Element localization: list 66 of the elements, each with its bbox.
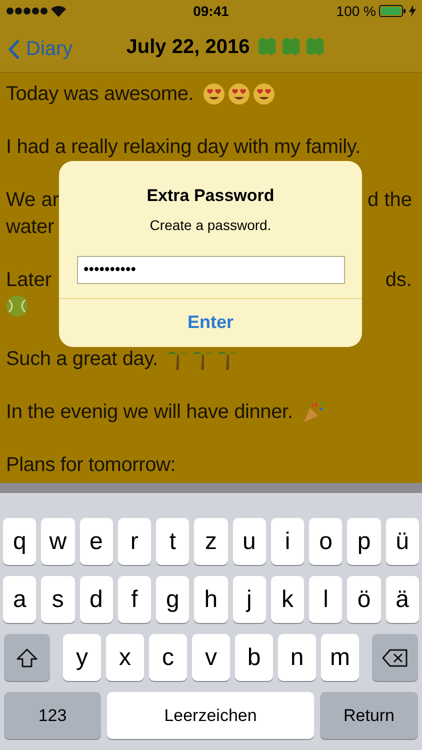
keyboard-key[interactable]: b — [235, 634, 273, 681]
battery-icon — [379, 5, 406, 17]
shift-key[interactable] — [4, 634, 50, 681]
clover-icon — [280, 36, 302, 58]
numbers-key[interactable]: 123 — [4, 692, 101, 739]
tennis-ball-icon — [6, 295, 28, 318]
backspace-icon — [382, 648, 408, 666]
diary-text: In the evenig we will have dinner. — [6, 400, 293, 425]
keyboard-key[interactable]: l — [309, 576, 342, 623]
keyboard-key[interactable]: y — [63, 634, 101, 681]
keyboard-key[interactable]: p — [347, 518, 381, 565]
keyboard-key[interactable]: ö — [347, 576, 381, 623]
diary-text: water — [6, 214, 54, 240]
keyboard-key[interactable]: d — [80, 576, 113, 623]
diary-text: I had a really relaxing day with my family. — [6, 135, 361, 160]
party-popper-icon — [302, 400, 326, 424]
diary-text: Today was awesome. — [6, 82, 194, 107]
keyboard-key[interactable]: m — [321, 634, 359, 681]
keyboard-key[interactable]: q — [3, 518, 36, 565]
keyboard-key[interactable]: ä — [386, 576, 419, 623]
enter-button[interactable]: Enter — [59, 298, 362, 346]
diary-text: Later — [6, 268, 52, 292]
chevron-left-icon — [8, 38, 20, 60]
diary-text: ds. — [385, 268, 412, 292]
charging-icon — [409, 5, 416, 17]
keyboard-key[interactable]: u — [232, 518, 266, 565]
heart-eyes-emoji-icon — [228, 83, 250, 106]
keyboard-key[interactable]: w — [41, 518, 75, 565]
diary-text: d the — [368, 188, 412, 213]
keyboard-key[interactable]: n — [278, 634, 316, 681]
battery-percent: 100 % — [336, 2, 376, 20]
keyboard-key[interactable]: x — [106, 634, 144, 681]
keyboard-key[interactable]: r — [118, 518, 152, 565]
keyboard-key[interactable]: f — [118, 576, 152, 623]
nav-title: July 22, 2016 — [126, 35, 250, 60]
signal-icon — [6, 7, 48, 15]
heart-eyes-emoji-icon — [252, 83, 275, 106]
keyboard-key[interactable]: v — [192, 634, 230, 681]
keyboard-key[interactable]: a — [3, 576, 36, 623]
keyboard-key[interactable]: c — [149, 634, 187, 681]
dialog-title: Extra Password — [146, 185, 274, 207]
space-key[interactable]: Leerzeichen — [107, 692, 314, 739]
status-time: 09:41 — [193, 2, 229, 20]
shift-icon — [16, 648, 38, 668]
keyboard-key[interactable]: g — [156, 576, 190, 623]
keyboard-key[interactable]: j — [232, 576, 266, 623]
backspace-key[interactable] — [372, 634, 418, 681]
keyboard-key[interactable]: i — [270, 518, 304, 565]
keyboard-key[interactable]: k — [270, 576, 304, 623]
diary-text: We ar — [6, 188, 59, 213]
keyboard-key[interactable]: h — [194, 576, 228, 623]
password-field[interactable]: •••••••••• — [76, 256, 344, 284]
return-key[interactable]: Return — [320, 692, 418, 739]
keyboard-key[interactable]: z — [194, 518, 228, 565]
clover-icon — [256, 36, 278, 58]
keyboard-key[interactable]: s — [41, 576, 75, 623]
keyboard-key[interactable]: e — [80, 518, 113, 565]
diary-text: Such a great day. — [6, 347, 158, 372]
wifi-icon — [51, 6, 66, 16]
clover-icon — [304, 36, 326, 58]
keyboard-key[interactable]: t — [156, 518, 190, 565]
keyboard-key[interactable]: ü — [386, 518, 419, 565]
keyboard-key[interactable]: o — [309, 518, 342, 565]
heart-eyes-emoji-icon — [202, 83, 225, 106]
dialog-message: Create a password. — [150, 216, 272, 235]
diary-text: Plans for tomorrow: — [6, 453, 176, 478]
